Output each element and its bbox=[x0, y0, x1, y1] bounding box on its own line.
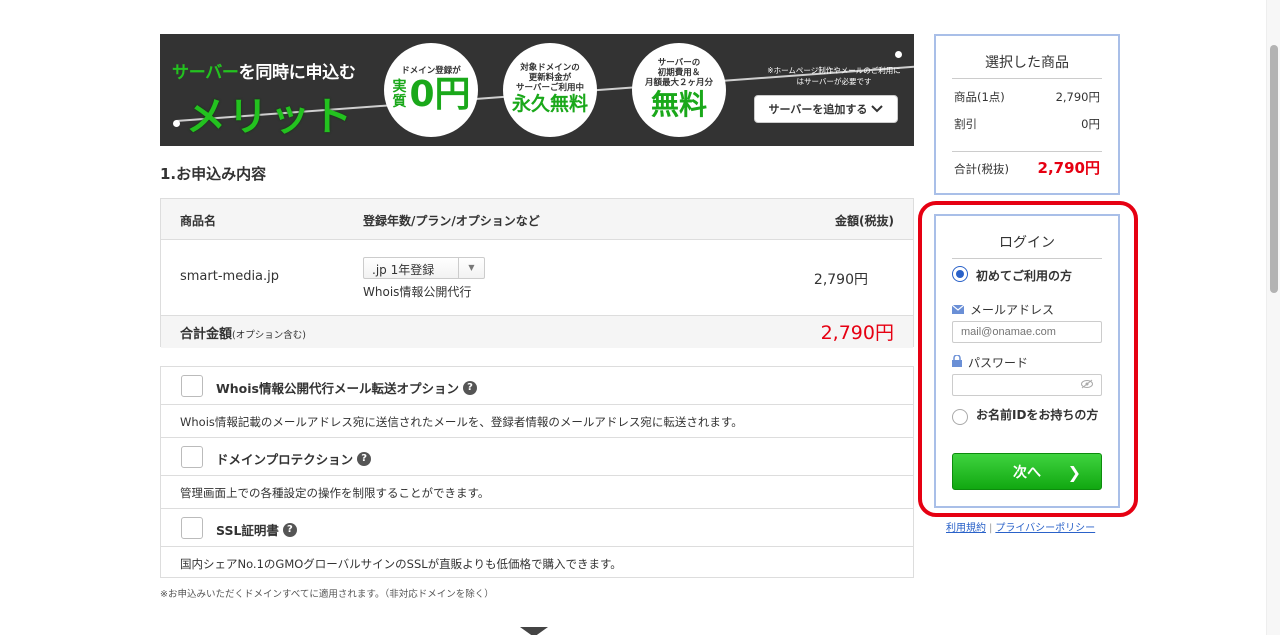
banner-tagline: サーバーを同時に申込む bbox=[172, 63, 356, 83]
option-list: Whois情報公開代行メール転送オプション? Whois情報記載のメールアドレス… bbox=[160, 366, 914, 578]
option-item-domain-protection: ドメインプロテクション? bbox=[161, 438, 913, 476]
email-input[interactable] bbox=[952, 321, 1102, 343]
summary-total: 2,790円 bbox=[1037, 159, 1100, 177]
domain-protection-checkbox[interactable] bbox=[181, 446, 203, 468]
scrollbar-thumb[interactable] bbox=[1270, 45, 1278, 293]
chevron-right-icon: ❯ bbox=[1067, 463, 1081, 482]
password-input[interactable] bbox=[952, 374, 1102, 396]
banner-dot-right bbox=[895, 51, 902, 58]
banner-headline: メリット bbox=[186, 94, 354, 140]
server-promo-banner[interactable]: サーバーを同時に申込む メリット ドメイン登録が 実質 0円 対象ドメインの 更… bbox=[160, 34, 914, 146]
login-title: ログイン bbox=[999, 235, 1055, 251]
first-time-radio[interactable] bbox=[952, 266, 968, 282]
table-row: smart-media.jp .jp 1年登録 ▼ Whois情報公開代行 2,… bbox=[161, 240, 913, 316]
section-title: 1.お申込み内容 bbox=[160, 165, 267, 183]
existing-id-radio[interactable] bbox=[952, 409, 968, 425]
row-price: 2,790円 bbox=[813, 272, 868, 288]
total-label: 合計金額(オプション含む) bbox=[180, 327, 306, 342]
banner-dot-left bbox=[173, 120, 180, 127]
order-table-header: 商品名 登録年数/プラン/オプションなど 金額(税抜) bbox=[161, 199, 913, 240]
terms-link[interactable]: 利用規約 bbox=[946, 523, 986, 534]
next-button[interactable]: 次へ ❯ bbox=[952, 453, 1102, 490]
benefit-circle-renewal: 対象ドメインの 更新料金が サーバーご利用中 永久無料 bbox=[503, 43, 597, 137]
banner-note: ※ホームページ制作やメールのご利用にはサーバーが必要です bbox=[767, 66, 901, 86]
option-description: 国内シェアNo.1のGMOグローバルサインのSSLが直販よりも低価格で購入できま… bbox=[180, 557, 622, 571]
help-icon[interactable]: ? bbox=[463, 380, 477, 395]
option-item-ssl: SSL証明書? bbox=[161, 509, 913, 547]
selected-items-panel: 選択した商品 商品(1点) 2,790円 割引 0円 合計(税抜) 2,790円 bbox=[934, 34, 1120, 195]
registration-period-select[interactable]: .jp 1年登録 ▼ bbox=[363, 257, 485, 279]
chevron-down-icon bbox=[871, 103, 884, 116]
option-item-whois-forwarding: Whois情報公開代行メール転送オプション? bbox=[161, 367, 913, 405]
order-total: 合計金額(オプション含む) 2,790円 bbox=[161, 316, 913, 348]
option-description: Whois情報記載のメールアドレス宛に送信されたメールを、登録者情報のメールアド… bbox=[161, 405, 913, 438]
whois-forwarding-checkbox[interactable] bbox=[181, 375, 203, 397]
whois-privacy-label: Whois情報公開代行 bbox=[363, 285, 472, 299]
eye-icon[interactable] bbox=[1081, 379, 1093, 392]
scroll-down-arrow-icon[interactable] bbox=[520, 627, 548, 635]
help-icon[interactable]: ? bbox=[357, 451, 372, 466]
domain-name: smart-media.jp bbox=[180, 269, 280, 284]
total-value: 2,790円 bbox=[820, 322, 894, 344]
benefit-circle-initial-fee: サーバーの 初期費用＆ 月額最大２ヶ月分 無料 bbox=[632, 43, 726, 137]
order-table: 商品名 登録年数/プラン/オプションなど 金額(税抜) smart-media.… bbox=[160, 198, 914, 348]
footnote: ※お申込みいただくドメインすべてに適用されます。（非対応ドメインを除く） bbox=[160, 589, 494, 600]
option-description: 管理画面上での各種設定の操作を制限することができます。 bbox=[161, 476, 913, 509]
lock-icon bbox=[952, 354, 962, 370]
summary-title: 選択した商品 bbox=[985, 55, 1069, 71]
privacy-link[interactable]: プライバシーポリシー bbox=[995, 523, 1095, 534]
help-icon[interactable]: ? bbox=[282, 522, 297, 537]
mail-icon bbox=[951, 303, 965, 317]
ssl-checkbox[interactable] bbox=[181, 517, 203, 539]
footer-links: 利用規約 | プライバシーポリシー bbox=[946, 523, 1096, 534]
benefit-circle-registration: ドメイン登録が 実質 0円 bbox=[384, 43, 478, 137]
scrollbar[interactable] bbox=[1266, 0, 1280, 635]
select-arrow-icon: ▼ bbox=[458, 258, 484, 278]
add-server-button[interactable]: サーバーを追加する bbox=[754, 95, 898, 123]
login-panel: ログイン 初めてご利用の方 メールアドレス パスワード お名前IDをお持ちの方 … bbox=[934, 214, 1120, 508]
